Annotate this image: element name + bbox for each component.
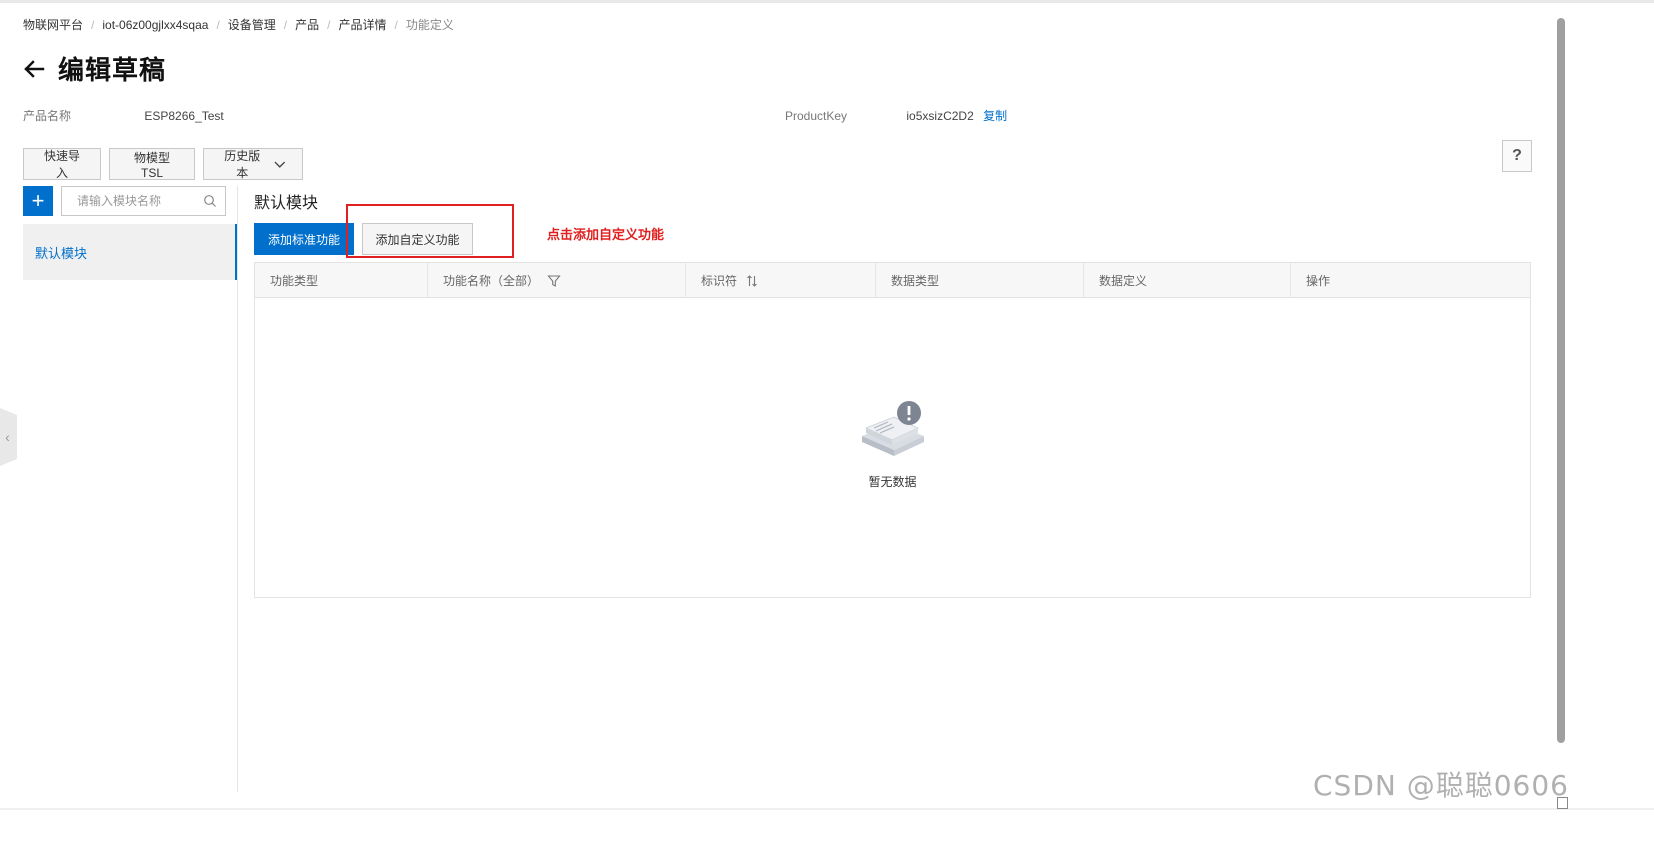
column-actions: 操作 (1306, 274, 1331, 288)
product-name-value: ESP8266_Test (144, 109, 224, 123)
sidebar-item-default-module[interactable]: 默认模块 (23, 224, 237, 280)
help-button[interactable]: ? (1502, 140, 1532, 172)
filter-icon[interactable] (547, 274, 561, 288)
annotation-text: 点击添加自定义功能 (547, 227, 665, 242)
breadcrumb-product[interactable]: 产品 (295, 16, 319, 33)
product-key-value: io5xsizC2D2 (906, 109, 974, 123)
back-arrow-icon[interactable] (22, 57, 46, 81)
breadcrumb: 物联网平台 / iot-06z00gjlxx4sqaa / 设备管理 / 产品 … (23, 16, 454, 33)
scrollbar-thumb[interactable] (1557, 18, 1565, 743)
history-version-label: 历史版本 (224, 149, 261, 180)
history-version-dropdown[interactable]: 历史版本 (203, 148, 303, 180)
product-name-field: 产品名称 ESP8266_Test (23, 107, 224, 124)
module-title: 默认模块 (254, 195, 319, 212)
product-key-label: ProductKey (785, 109, 848, 123)
page-title: 编辑草稿 (58, 55, 167, 85)
column-function-type: 功能类型 (255, 263, 428, 298)
sidebar-collapse-handle[interactable]: ‹ (0, 408, 17, 466)
add-module-button[interactable]: + (23, 186, 53, 216)
breadcrumb-device-management[interactable]: 设备管理 (228, 16, 276, 33)
empty-state: 暂无数据 (255, 298, 1530, 598)
module-search-box (61, 186, 226, 216)
toolbar: 快速导入 物模型 TSL 历史版本 (23, 148, 311, 180)
chevron-left-icon: ‹ (5, 429, 10, 445)
column-data-type: 数据类型 (876, 263, 1084, 298)
empty-state-text: 暂无数据 (868, 475, 917, 489)
column-function-name: 功能名称（全部） (428, 263, 686, 298)
annotation-highlight-box (346, 204, 514, 258)
title-row: 编辑草稿 (22, 50, 166, 87)
module-sidebar: + 默认模块 (23, 186, 238, 792)
breadcrumb-instance[interactable]: iot-06z00gjlxx4sqaa (102, 18, 208, 32)
search-icon[interactable] (203, 194, 217, 208)
module-search-input[interactable] (77, 194, 197, 208)
breadcrumb-function-definition: 功能定义 (405, 18, 454, 32)
plus-icon: + (31, 188, 45, 213)
tsl-model-button[interactable]: 物模型 TSL (109, 148, 195, 180)
top-border (0, 0, 1654, 3)
copy-link[interactable]: 复制 (983, 109, 1007, 123)
breadcrumb-product-detail[interactable]: 产品详情 (339, 16, 387, 33)
sort-icon[interactable] (745, 274, 759, 288)
watermark: CSDN @聪聪0606 (1313, 769, 1569, 802)
empty-data-icon (862, 401, 924, 456)
bottom-border (0, 808, 1654, 810)
product-name-label: 产品名称 (23, 109, 72, 123)
quick-import-button[interactable]: 快速导入 (23, 148, 101, 180)
column-identifier: 标识符 (686, 263, 876, 298)
function-table: 功能类型 功能名称（全部） 标识符 数据类型 数据定义 操作 暂无数据 (254, 262, 1531, 598)
add-standard-function-button[interactable]: 添加标准功能 (254, 223, 354, 255)
table-header: 功能类型 功能名称（全部） 标识符 数据类型 数据定义 操作 (255, 263, 1530, 298)
resize-corner-icon (1557, 797, 1568, 809)
breadcrumb-iot-platform[interactable]: 物联网平台 (23, 16, 83, 33)
chevron-down-icon (274, 161, 286, 168)
column-data-definition: 数据定义 (1084, 263, 1291, 298)
product-key-field: ProductKey io5xsizC2D2 复制 (785, 107, 1007, 124)
